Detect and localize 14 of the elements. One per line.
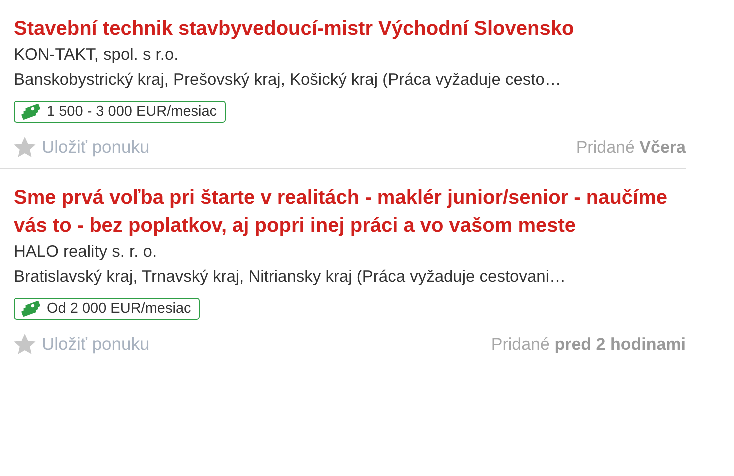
company-name: KON-TAKT, spol. s r.o.	[14, 45, 180, 66]
date-added: Pridané Včera	[576, 138, 686, 158]
star-icon	[14, 137, 36, 158]
date-added: Pridané pred 2 hodinami	[491, 334, 686, 354]
job-location: Bratislavský kraj, Trnavský kraj, Nitriansky kraj (Práca vyžaduje cestovani…	[14, 267, 567, 288]
company-name: HALO reality s. r. o.	[14, 242, 158, 263]
money-icon	[21, 104, 41, 120]
salary-text: Od 2 000 EUR/mesiac	[47, 301, 192, 317]
job-title-link[interactable]: Stavební technik stavbyvedoucí-mistr Východní Slovensko	[14, 15, 686, 43]
job-location: Banskobystrický kraj, Prešovský kraj, Košický kraj (Práca vyžaduje cesto…	[14, 70, 562, 91]
star-icon	[14, 334, 36, 355]
job-title-link[interactable]: Sme prvá voľba pri štarte v realitách - maklér junior/senior - naučíme vás to - bez poplatkov, aj popri inej práci a vo vašom meste	[14, 184, 686, 240]
money-icon	[21, 301, 41, 317]
salary-text: 1 500 - 3 000 EUR/mesiac	[47, 104, 218, 120]
